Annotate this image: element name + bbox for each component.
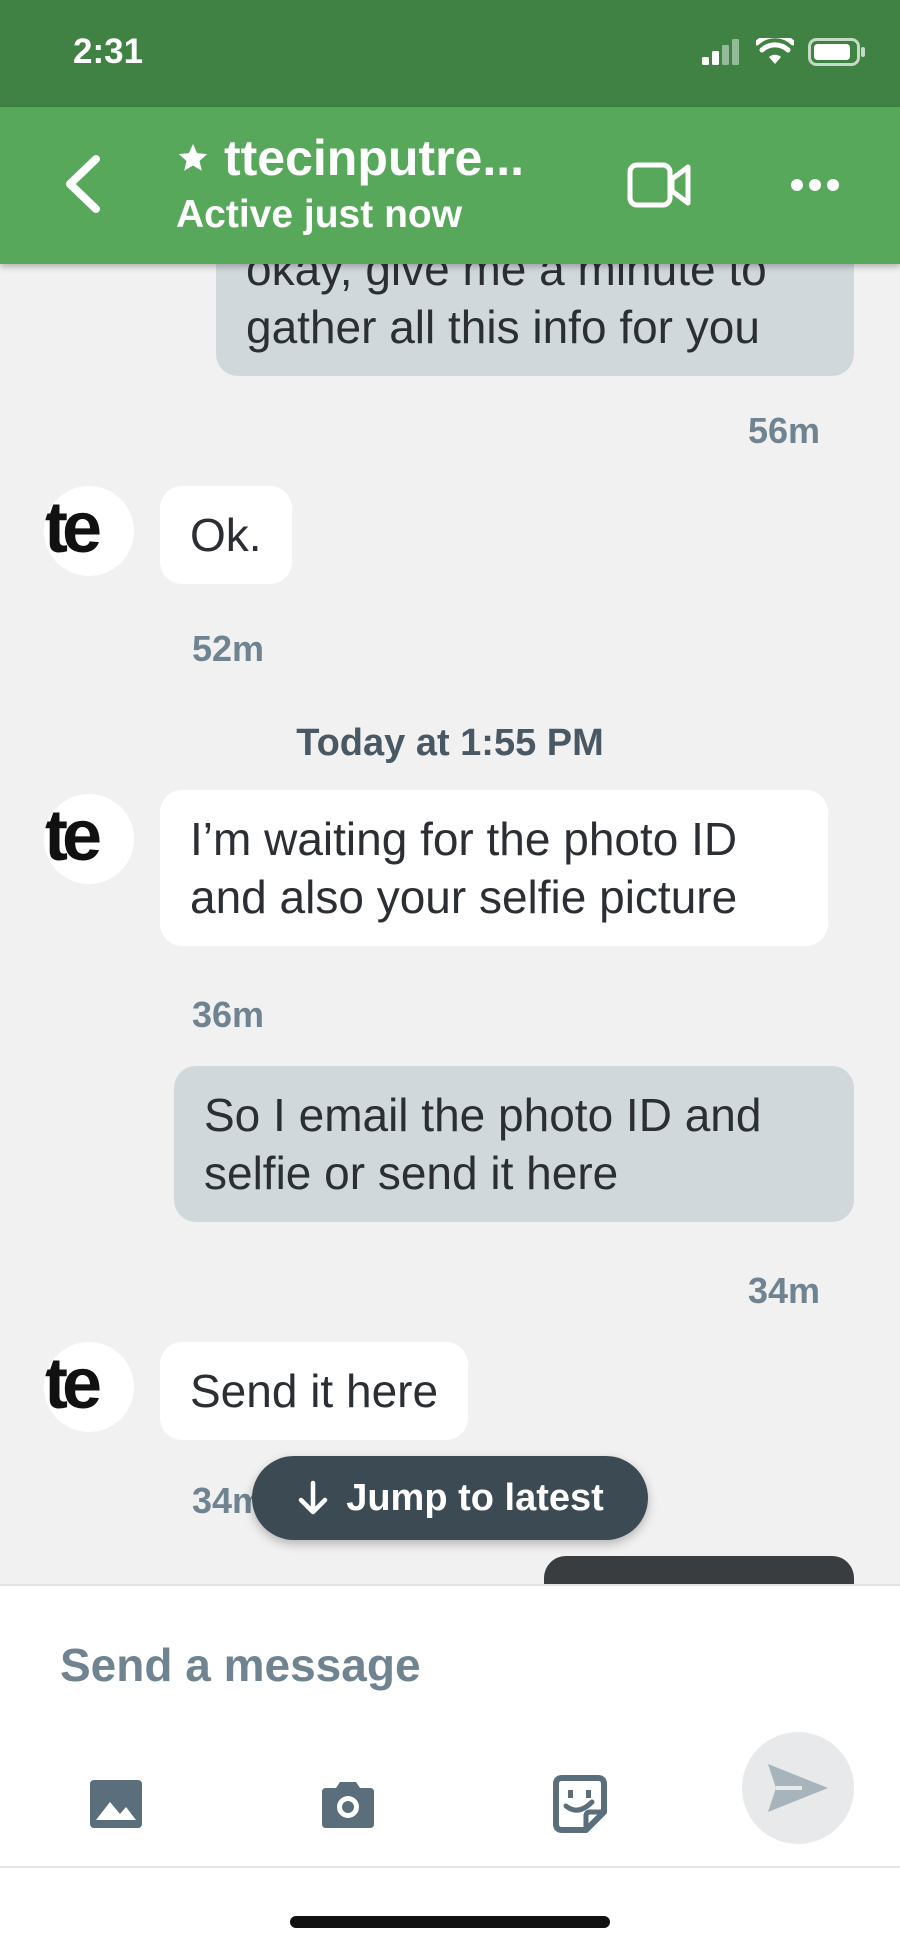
message-timestamp: 52m [192,628,265,669]
message-list[interactable]: okay, give me a minute to gather all thi… [0,264,900,1584]
message-text: I’m waiting for the photo ID and also yo… [190,813,738,923]
avatar-logo-text: te [44,1344,102,1424]
camera-button[interactable] [318,1774,378,1834]
back-button[interactable] [56,149,116,219]
jump-to-latest-button[interactable]: Jump to latest [252,1456,648,1540]
star-icon [178,143,208,171]
date-separator: Today at 1:55 PM [296,722,604,764]
video-call-button[interactable] [626,159,692,211]
outgoing-message-bubble[interactable]: okay, give me a minute to gather all thi… [216,264,854,376]
message-timestamp: 56m [747,410,820,451]
signal-icon [702,39,739,65]
home-indicator [290,1916,610,1928]
message-text: So I email the photo ID and selfie or se… [204,1089,762,1199]
chevron-left-icon [66,155,100,213]
sticker-icon [553,1775,607,1833]
send-icon [768,1764,828,1812]
message-text: okay, give me a minute to gather all thi… [246,264,767,353]
more-options-button[interactable] [790,175,840,195]
contact-avatar[interactable]: te [44,794,134,884]
message-timestamp: 36m [192,994,265,1035]
chat-header: ttecinputre... Active just now [0,107,900,264]
send-button[interactable] [742,1732,854,1844]
sticker-button[interactable] [550,1774,610,1834]
jump-to-latest-label: Jump to latest [346,1476,604,1519]
message-timestamp: 34m [747,1270,820,1311]
message-text: Send it here [190,1365,439,1417]
status-bar: 2:31 [0,0,900,107]
photo-library-button[interactable] [86,1774,146,1834]
conversation-title: ttecinputre... [176,129,524,187]
incoming-message-bubble[interactable]: I’m waiting for the photo ID and also yo… [160,790,828,946]
avatar-logo-text: te [44,488,102,568]
incoming-message-bubble[interactable]: Ok. [160,486,292,584]
image-icon [90,1780,142,1828]
status-icons [702,38,866,66]
message-composer [0,1584,900,1949]
message-text: Ok. [190,509,262,561]
wifi-icon [756,38,794,64]
camera-icon [322,1782,374,1828]
more-horizontal-icon [791,179,839,191]
status-time: 2:31 [73,32,144,71]
outgoing-photo-preview[interactable] [544,1556,854,1584]
message-input[interactable] [60,1630,820,1700]
battery-icon [808,38,865,66]
conversation-title-block[interactable]: ttecinputre... Active just now [176,129,524,237]
avatar-logo-text: te [44,796,102,876]
conversation-name: ttecinputre... [224,130,525,186]
presence-status: Active just now [176,193,463,236]
video-camera-icon [627,162,691,208]
incoming-message-bubble[interactable]: Send it here [160,1342,469,1440]
outgoing-message-bubble[interactable]: So I email the photo ID and selfie or se… [174,1066,854,1222]
contact-avatar[interactable]: te [44,486,134,576]
composer-divider [0,1866,900,1868]
arrow-down-icon [298,1480,328,1515]
contact-avatar[interactable]: te [44,1342,134,1432]
